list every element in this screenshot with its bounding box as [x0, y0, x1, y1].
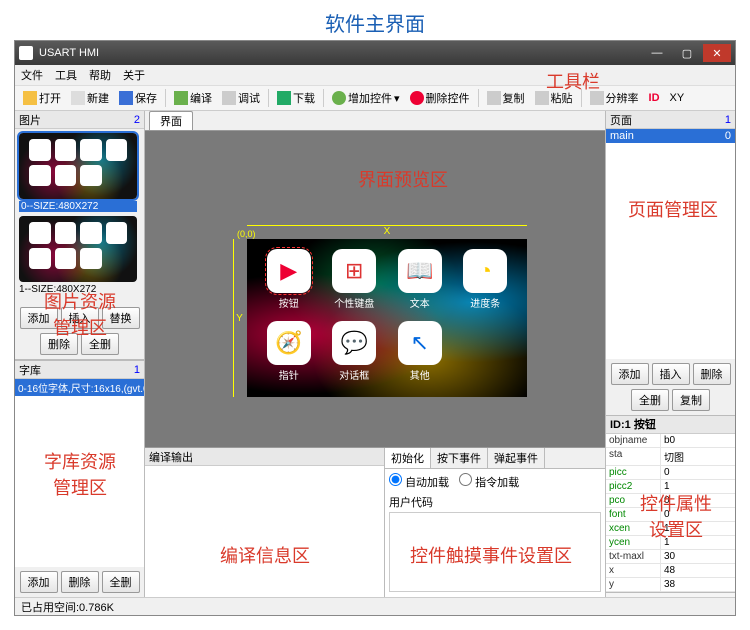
open-button[interactable]: 打开 [19, 88, 65, 108]
page-add-button[interactable]: 添加 [611, 363, 649, 385]
new-button[interactable]: 新建 [67, 88, 113, 108]
device-icon-指针[interactable]: 🧭指针 [261, 321, 317, 387]
pic-delall-button[interactable]: 全删 [81, 333, 119, 355]
device-icon-按钮[interactable]: ▶按钮 [261, 249, 317, 315]
device-icon-个性键盘[interactable]: ⊞个性键盘 [327, 249, 383, 315]
menu-about[interactable]: 关于 [123, 67, 145, 83]
prop-row-picc[interactable]: picc0 [606, 466, 735, 480]
paste-button[interactable]: 粘贴 [531, 88, 577, 108]
prop-row-x[interactable]: x48 [606, 564, 735, 578]
prop-row-pco[interactable]: pco0 [606, 494, 735, 508]
event-tab-press[interactable]: 按下事件 [431, 448, 488, 468]
font-delall-button[interactable]: 全删 [102, 571, 140, 593]
pic-thumb-1[interactable]: 1--SIZE:480X272 [19, 216, 137, 295]
radio-cmd[interactable]: 指令加载 [459, 473, 519, 490]
event-tab-release[interactable]: 弹起事件 [488, 448, 545, 468]
add-control-button[interactable]: 增加控件▾ [328, 88, 404, 108]
font-panel-head: 字库1 [15, 361, 144, 379]
pic-replace-button[interactable]: 替换 [102, 307, 140, 329]
menu-file[interactable]: 文件 [21, 67, 43, 83]
window-title: USART HMI [39, 47, 99, 59]
pic-delete-button[interactable]: 删除 [40, 333, 78, 355]
minimize-button[interactable]: — [643, 44, 671, 62]
prop-row-ycen[interactable]: ycen1 [606, 536, 735, 550]
prop-row-objname[interactable]: objnameb0 [606, 434, 735, 448]
prop-row-font[interactable]: font0 [606, 508, 735, 522]
xy-button[interactable]: XY [666, 90, 689, 106]
compile-output [145, 466, 384, 597]
app-window: USART HMI — ▢ ✕ 文件 工具 帮助 关于 打开 新建 保存 编译 … [14, 40, 736, 616]
delete-control-button[interactable]: 删除控件 [406, 88, 474, 108]
prop-head: ID:1 按钮 [606, 416, 735, 434]
device-icon-对话框[interactable]: 💬对话框 [327, 321, 383, 387]
usercode-area[interactable] [389, 512, 601, 592]
radio-auto[interactable]: 自动加载 [389, 473, 449, 490]
titlebar: USART HMI — ▢ ✕ [15, 41, 735, 65]
font-item-0[interactable]: 0-16位字体,尺寸:16x16,(gvt.0272).size [15, 379, 144, 396]
page-copy-button[interactable]: 复制 [672, 389, 710, 411]
page-title: 软件主界面 [0, 0, 750, 45]
prop-row-txt-maxl[interactable]: txt-maxl30 [606, 550, 735, 564]
compile-head: 编译输出 [145, 448, 384, 466]
event-tab-init[interactable]: 初始化 [385, 448, 431, 468]
font-add-button[interactable]: 添加 [20, 571, 58, 593]
device-icon-进度条[interactable]: ◔进度条 [458, 249, 514, 315]
page-panel-head: 页面1 [606, 111, 735, 129]
menu-help[interactable]: 帮助 [89, 67, 111, 83]
ruler-x: X [247, 225, 527, 237]
prop-row-y[interactable]: y38 [606, 578, 735, 592]
font-delete-button[interactable]: 删除 [61, 571, 99, 593]
save-button[interactable]: 保存 [115, 88, 161, 108]
debug-button[interactable]: 调试 [218, 88, 264, 108]
page-item-main[interactable]: main0 [606, 129, 735, 143]
device-preview: ▶按钮⊞个性键盘📖文本◔进度条 🧭指针💬对话框↖其他 [247, 239, 527, 397]
download-button[interactable]: 下载 [273, 88, 319, 108]
pic-add-button[interactable]: 添加 [20, 307, 58, 329]
id-button[interactable]: ID [645, 90, 664, 106]
maximize-button[interactable]: ▢ [673, 44, 701, 62]
page-delall-button[interactable]: 全删 [631, 389, 669, 411]
pic-thumb-0[interactable]: 0--SIZE:480X272 [19, 133, 137, 212]
tab-interface[interactable]: 界面 [149, 111, 193, 130]
device-icon-文本[interactable]: 📖文本 [392, 249, 448, 315]
pic-panel-head: 图片2 [15, 111, 144, 129]
resolution-button[interactable]: 分辨率 [586, 88, 643, 108]
compile-button[interactable]: 编译 [170, 88, 216, 108]
close-button[interactable]: ✕ [703, 44, 731, 62]
pic-insert-button[interactable]: 插入 [61, 307, 99, 329]
ruler-y: Y [233, 239, 245, 397]
app-icon [19, 46, 33, 60]
menu-tools[interactable]: 工具 [55, 67, 77, 83]
device-icon-其他[interactable]: ↖其他 [392, 321, 448, 387]
prop-row-xcen[interactable]: xcen1 [606, 522, 735, 536]
page-insert-button[interactable]: 插入 [652, 363, 690, 385]
toolbar: 打开 新建 保存 编译 调试 下载 增加控件▾ 删除控件 复制 粘贴 分辨率 I… [15, 85, 735, 111]
usercode-label: 用户代码 [389, 494, 601, 510]
copy-button[interactable]: 复制 [483, 88, 529, 108]
design-canvas[interactable]: (0,0) X Y ▶按钮⊞个性键盘📖文本◔进度条🧭指针💬对话框↖其他 [145, 131, 605, 447]
prop-row-sta[interactable]: sta切图 [606, 448, 735, 466]
prop-row-picc2[interactable]: picc21 [606, 480, 735, 494]
statusbar: 已占用空间:0.786K [15, 597, 735, 615]
prop-table: objnameb0sta切图picc0picc21pco0font0xcen1y… [606, 434, 735, 592]
page-delete-button[interactable]: 删除 [693, 363, 731, 385]
menubar: 文件 工具 帮助 关于 [15, 65, 735, 85]
